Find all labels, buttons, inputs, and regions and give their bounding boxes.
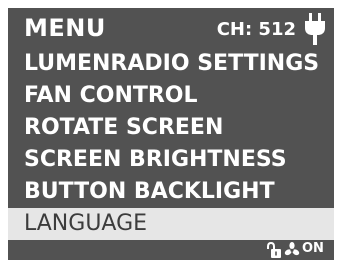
menu-item-rotate-screen[interactable]: ROTATE SCREEN [8, 112, 334, 144]
menu-item-lumenradio-settings[interactable]: LUMENRADIO SETTINGS [8, 48, 334, 80]
fan-icon [284, 242, 300, 256]
device-screen: MENU CH: 512 LUMENRADIO SETTINGS FAN CON… [8, 8, 334, 260]
menu-item-screen-brightness[interactable]: SCREEN BRIGHTNESS [8, 144, 334, 176]
menu-item-language[interactable]: LANGUAGE [8, 208, 334, 240]
menu-list: LUMENRADIO SETTINGS FAN CONTROL ROTATE S… [8, 48, 334, 240]
fan-status-text: ON [302, 241, 324, 256]
menu-item-button-backlight[interactable]: BUTTON BACKLIGHT [8, 176, 334, 208]
menu-item-fan-control[interactable]: FAN CONTROL [8, 80, 334, 112]
status-bar: ON [8, 240, 334, 260]
menu-title: MENU [24, 14, 106, 42]
plug-icon [305, 13, 325, 45]
dmx-channel-readout: CH: 512 [216, 19, 296, 40]
menu-header: MENU CH: 512 [8, 8, 334, 50]
unlock-icon [267, 242, 281, 258]
